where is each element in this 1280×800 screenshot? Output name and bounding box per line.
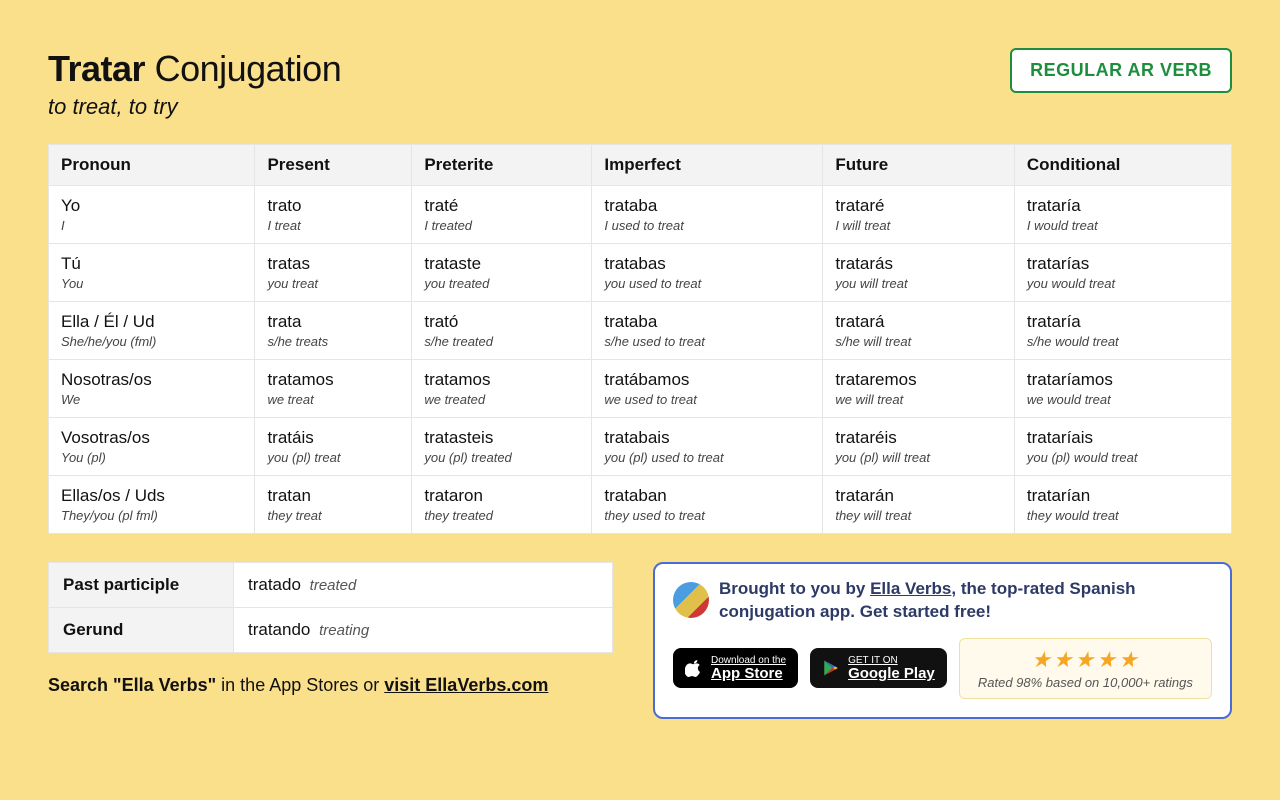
table-header: Future [823,145,1015,186]
conjugation-cell: tratáisyou (pl) treat [255,418,412,476]
rating-text: Rated 98% based on 10,000+ ratings [976,675,1195,690]
pronoun-cell: Ella / Él / UdShe/he/you (fml) [49,302,255,360]
conjugation-cell: tratasteisyou (pl) treated [412,418,592,476]
conjugation-cell: tratarías/he would treat [1014,302,1231,360]
title-suffix: Conjugation [155,48,342,89]
table-header: Imperfect [592,145,823,186]
past-participle-value: tratado treated [234,563,613,608]
app-store-badge[interactable]: Download on theApp Store [673,648,798,688]
conjugation-cell: trataremoswe will treat [823,360,1015,418]
conjugation-cell: tratasteyou treated [412,244,592,302]
conjugation-cell: trataréisyou (pl) will treat [823,418,1015,476]
promo-text: Brought to you by Ella Verbs, the top-ra… [719,578,1212,624]
promo-logo-icon [673,582,709,618]
google-play-icon [822,659,840,677]
rating-box: ★★★★★ Rated 98% based on 10,000+ ratings [959,638,1212,699]
promo-box: Brought to you by Ella Verbs, the top-ra… [653,562,1232,719]
pronoun-cell: Ellas/os / UdsThey/you (pl fml) [49,476,255,534]
conjugation-cell: tratanthey treat [255,476,412,534]
conjugation-cell: trataríasyou would treat [1014,244,1231,302]
conjugation-cell: tratasyou treat [255,244,412,302]
conjugation-cell: tratabasyou used to treat [592,244,823,302]
pronoun-cell: TúYou [49,244,255,302]
conjugation-cell: tratábamoswe used to treat [592,360,823,418]
gerund-label: Gerund [49,608,234,653]
table-row: Vosotras/osYou (pl)tratáisyou (pl) treat… [49,418,1232,476]
verb-translation: to treat, to try [48,94,341,120]
conjugation-table: PronounPresentPreteriteImperfectFutureCo… [48,144,1232,534]
past-participle-label: Past participle [49,563,234,608]
conjugation-cell: tratabanthey used to treat [592,476,823,534]
conjugation-cell: tratamoswe treat [255,360,412,418]
ella-verbs-link[interactable]: Ella Verbs [870,579,951,598]
pronoun-cell: Nosotras/osWe [49,360,255,418]
conjugation-cell: tratas/he treats [255,302,412,360]
table-header: Present [255,145,412,186]
conjugation-cell: trataránthey will treat [823,476,1015,534]
conjugation-cell: trataríanthey would treat [1014,476,1231,534]
table-row: TúYoutratasyou treattratasteyou treatedt… [49,244,1232,302]
conjugation-cell: tratós/he treated [412,302,592,360]
forms-table: Past participle tratado treated Gerund t… [48,562,613,653]
conjugation-cell: tratarásyou will treat [823,244,1015,302]
table-row: Ella / Él / UdShe/he/you (fml)tratas/he … [49,302,1232,360]
conjugation-cell: tratabaI used to treat [592,186,823,244]
pronoun-cell: YoI [49,186,255,244]
conjugation-cell: trataríaisyou (pl) would treat [1014,418,1231,476]
table-header: Pronoun [49,145,255,186]
table-row: YoItratoI treattratéI treatedtratabaI us… [49,186,1232,244]
visit-site-link[interactable]: visit EllaVerbs.com [384,675,548,695]
table-header: Conditional [1014,145,1231,186]
apple-icon [685,659,703,677]
conjugation-cell: tratamoswe treated [412,360,592,418]
conjugation-cell: trataréI will treat [823,186,1015,244]
conjugation-cell: tratabas/he used to treat [592,302,823,360]
title-verb: Tratar [48,48,145,89]
conjugation-cell: tratarás/he will treat [823,302,1015,360]
table-row: Nosotras/osWetratamoswe treattratamoswe … [49,360,1232,418]
google-play-badge[interactable]: GET IT ONGoogle Play [810,648,947,688]
verb-type-badge: REGULAR AR VERB [1010,48,1232,93]
search-hint: Search "Ella Verbs" in the App Stores or… [48,675,613,696]
pronoun-cell: Vosotras/osYou (pl) [49,418,255,476]
conjugation-cell: trataríamoswe would treat [1014,360,1231,418]
conjugation-cell: trataronthey treated [412,476,592,534]
conjugation-cell: trataríaI would treat [1014,186,1231,244]
gerund-value: tratando treating [234,608,613,653]
conjugation-cell: tratabaisyou (pl) used to treat [592,418,823,476]
star-icons: ★★★★★ [976,647,1195,673]
page-title: Tratar Conjugation [48,48,341,90]
conjugation-cell: tratéI treated [412,186,592,244]
conjugation-cell: tratoI treat [255,186,412,244]
table-row: Ellas/os / UdsThey/you (pl fml)tratanthe… [49,476,1232,534]
table-header: Preterite [412,145,592,186]
